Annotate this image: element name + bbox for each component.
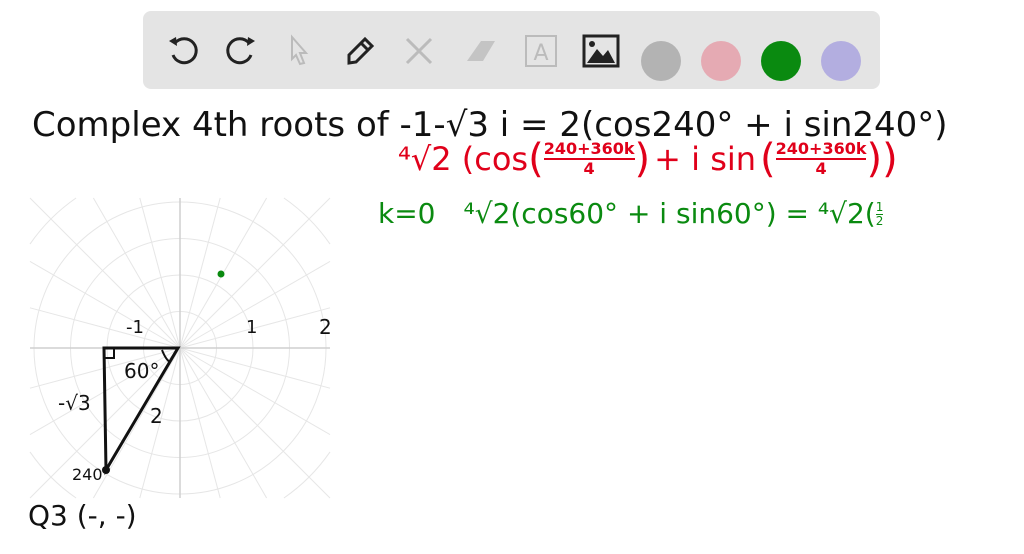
side-label: -√3 [58,391,91,415]
grid-ray [29,307,181,349]
k0-frac-num: 1 [875,199,884,215]
formula-mid: + i sin [654,139,757,178]
grid-ray [139,197,181,349]
tick-2: 2 [319,315,332,339]
grid-ray [179,197,221,349]
frac1-den: 4 [583,159,595,178]
frac2-den: 4 [815,159,827,178]
tick-neg1: -1 [126,317,144,338]
general-formula: ⁴√2 (cos ( 240+360k 4 ) + i sin ( 240+360… [398,136,898,182]
polar-grid [29,197,331,499]
frac1-num: 240+360k [543,139,635,160]
angle-240: 240° [72,465,111,484]
grid-ray [29,260,181,349]
quadrant-label: Q3 (-, -) [28,499,137,532]
grid-ray [29,197,181,349]
tick-1: 1 [246,317,258,338]
k0-label: k=0 [378,197,436,230]
frac2-num: 240+360k [775,139,867,160]
grid-ray [179,347,221,499]
grid-ray [179,347,331,436]
grid-ray [179,347,268,499]
formula-prefix: ⁴√2 (cos [398,139,529,178]
grid-ray [179,347,331,499]
grid-ray [179,347,331,389]
k0-line: k=0 ⁴√2(cos60° + i sin60°) = ⁴√2( 12 [378,197,884,230]
root-point-k0 [217,270,225,278]
k0-expr: ⁴√2(cos60° + i sin60°) = ⁴√2( [463,197,876,230]
k0-frac-den: 2 [875,213,884,228]
hyp-label: 2 [150,404,163,428]
angle-60: 60° [124,359,160,383]
